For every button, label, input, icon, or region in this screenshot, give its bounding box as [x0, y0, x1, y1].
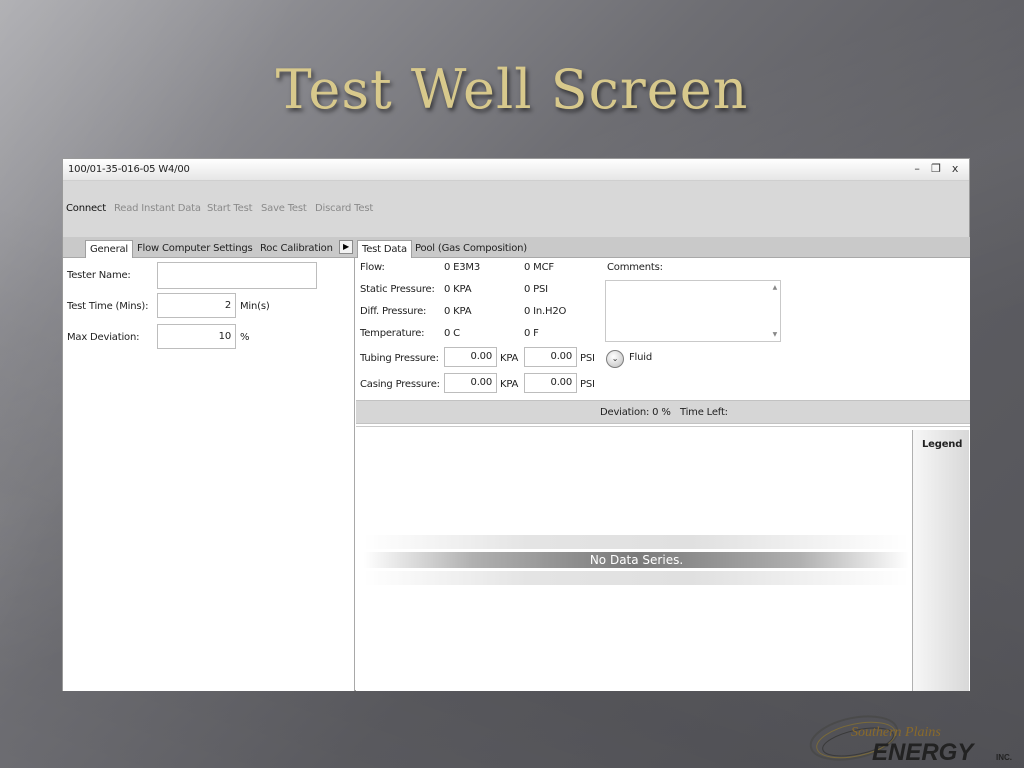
diff-pressure-label: Diff. Pressure:	[360, 306, 427, 317]
no-data-message: No Data Series.	[589, 553, 684, 567]
fluid-expand-icon[interactable]: ⌄	[606, 350, 624, 368]
tubing-pressure-kpa-input[interactable]: 0.00	[444, 347, 497, 367]
tab-test-data[interactable]: Test Data	[357, 240, 412, 259]
comments-label: Comments:	[607, 262, 663, 273]
start-test-button[interactable]: Start Test	[207, 203, 253, 214]
temperature-si-value: 0 C	[444, 328, 460, 339]
static-pressure-si-value: 0 KPA	[444, 284, 472, 295]
tester-name-label: Tester Name:	[67, 270, 131, 281]
casing-pressure-label: Casing Pressure:	[360, 379, 440, 390]
minimize-icon[interactable]: –	[910, 162, 924, 175]
static-pressure-label: Static Pressure:	[360, 284, 435, 295]
logo-text-line2: ENERGY	[872, 739, 975, 766]
max-deviation-input[interactable]: 10	[157, 324, 236, 349]
scroll-down-icon[interactable]: ▼	[773, 331, 778, 338]
static-pressure-imperial-value: 0 PSI	[524, 284, 548, 295]
title-bar: 100/01-35-016-05 W4/00 – ❐ x	[63, 159, 969, 181]
restore-icon[interactable]: ❐	[929, 162, 943, 175]
discard-test-button[interactable]: Discard Test	[315, 203, 373, 214]
comments-textarea[interactable]: ▲ ▼	[605, 280, 781, 342]
left-tab-strip: General Flow Computer Settings Roc Calib…	[63, 237, 355, 259]
window-title: 100/01-35-016-05 W4/00	[68, 164, 190, 175]
scroll-up-icon[interactable]: ▲	[773, 284, 778, 291]
read-instant-data-button[interactable]: Read Instant Data	[114, 203, 201, 214]
flow-imperial-value: 0 MCF	[524, 262, 554, 273]
tubing-pressure-label: Tubing Pressure:	[360, 353, 439, 364]
company-logo: Southern Plains ENERGY INC.	[809, 715, 1012, 766]
tester-name-input[interactable]	[157, 262, 317, 289]
deviation-status: Deviation: 0 %	[600, 407, 671, 418]
flow-si-value: 0 E3M3	[444, 262, 481, 273]
casing-kpa-unit: KPA	[500, 379, 519, 390]
tab-flow-computer-settings[interactable]: Flow Computer Settings	[133, 240, 257, 258]
tab-general[interactable]: General	[85, 240, 134, 259]
max-deviation-unit: %	[240, 332, 250, 343]
logo-text-line1: Southern Plains	[851, 725, 941, 740]
chart-area: No Data Series. Legend	[356, 426, 970, 691]
casing-psi-unit: PSI	[580, 379, 595, 390]
temperature-imperial-value: 0 F	[524, 328, 539, 339]
general-panel: Tester Name: Test Time (Mins): 2 Min(s) …	[63, 258, 355, 691]
test-time-input[interactable]: 2	[157, 293, 236, 318]
chart-legend: Legend	[912, 430, 969, 691]
diff-pressure-si-value: 0 KPA	[444, 306, 472, 317]
casing-pressure-psi-input[interactable]: 0.00	[524, 373, 577, 393]
connect-button[interactable]: Connect	[66, 203, 106, 214]
tubing-psi-unit: PSI	[580, 353, 595, 364]
diff-pressure-imperial-value: 0 In.H2O	[524, 306, 567, 317]
tab-scroll-right-icon[interactable]: ▶	[339, 240, 353, 254]
fluid-label[interactable]: Fluid	[629, 352, 652, 363]
tab-roc-calibration[interactable]: Roc Calibration	[256, 240, 337, 258]
max-deviation-label: Max Deviation:	[67, 332, 140, 343]
close-icon[interactable]: x	[948, 162, 962, 175]
slide-title: Test Well Screen	[275, 58, 749, 121]
test-time-unit: Min(s)	[240, 301, 270, 312]
tubing-pressure-psi-input[interactable]: 0.00	[524, 347, 577, 367]
toolbar: Connect Read Instant Data Start Test Sav…	[63, 181, 969, 237]
save-test-button[interactable]: Save Test	[261, 203, 307, 214]
logo-text-suffix: INC.	[996, 753, 1012, 762]
tab-pool-gas-composition[interactable]: Pool (Gas Composition)	[411, 240, 531, 258]
status-bar: Deviation: 0 % Time Left:	[356, 400, 970, 424]
legend-title: Legend	[922, 439, 963, 450]
chart-glow-top	[364, 535, 909, 549]
test-time-label: Test Time (Mins):	[67, 301, 149, 312]
flow-label: Flow:	[360, 262, 385, 273]
time-left-status: Time Left:	[680, 407, 728, 418]
chart-glow-bottom	[364, 571, 909, 585]
casing-pressure-kpa-input[interactable]: 0.00	[444, 373, 497, 393]
app-window: 100/01-35-016-05 W4/00 – ❐ x Connect Rea…	[62, 158, 970, 691]
temperature-label: Temperature:	[360, 328, 425, 339]
test-data-panel: Flow: 0 E3M3 0 MCF Static Pressure: 0 KP…	[356, 258, 970, 691]
right-tab-strip: Test Data Pool (Gas Composition)	[355, 237, 970, 259]
tubing-kpa-unit: KPA	[500, 353, 519, 364]
